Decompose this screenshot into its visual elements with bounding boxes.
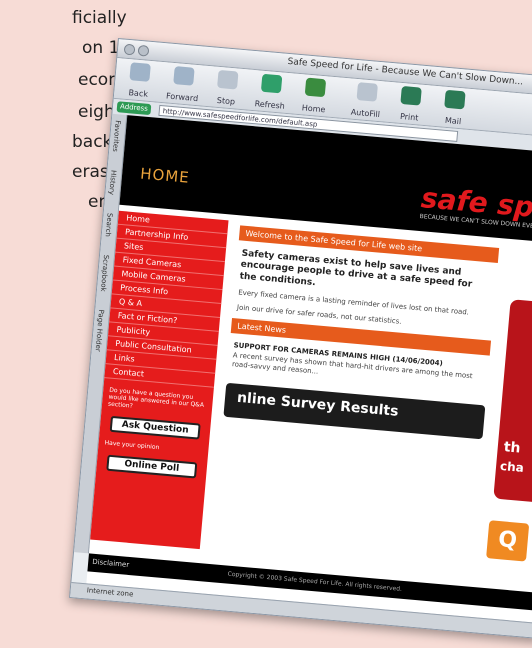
printer-icon [400,85,422,106]
forward-label: Forward [165,91,199,104]
autofill-button[interactable]: AutoFill [345,81,388,121]
stop-label: Stop [216,95,236,107]
tab-search[interactable]: Search [104,212,114,237]
autofill-icon [356,82,378,102]
poll-promo-text: Have your opinion [104,439,160,452]
tab-page-holder[interactable]: Page Holder [94,309,106,352]
home-icon [304,77,327,98]
refresh-label: Refresh [254,99,286,111]
close-window-button[interactable] [123,43,136,56]
q-and-a-badge[interactable]: Q [486,520,530,562]
ask-question-button[interactable]: Ask Question [109,415,201,440]
tab-scrapbook[interactable]: Scrapbook [99,254,110,292]
browser-window: Safe Speed for Life - Because We Can't S… [69,38,532,639]
online-poll-button[interactable]: Online Poll [106,454,198,479]
promo-panel[interactable]: th cha [493,299,532,505]
tab-history[interactable]: History [107,169,117,195]
disclaimer-link[interactable]: Disclaimer [92,558,130,569]
refresh-icon [260,73,283,94]
mail-label: Mail [444,115,462,127]
side-text-fragment: ficially [72,8,127,28]
home-button[interactable]: Home [293,77,336,117]
mail-button[interactable]: Mail [433,89,476,129]
address-button[interactable]: Address [116,101,152,116]
status-text: Internet zone [86,586,134,599]
refresh-button[interactable]: Refresh [249,73,292,113]
promo-panel-text: cha [499,458,525,475]
question-promo-text: Do you have a question you would like an… [107,386,205,410]
mail-icon [444,89,466,110]
survey-results-banner[interactable]: nline Survey Results [223,382,486,440]
back-label: Back [128,88,149,99]
main-content: Welcome to the Safe Speed for Life web s… [223,225,500,440]
forward-arrow-icon [173,66,195,86]
copyright-text: Copyright © 2003 Safe Speed For Life. Al… [227,570,403,593]
minimize-window-button[interactable] [137,44,150,57]
print-label: Print [399,111,419,123]
home-label: Home [301,103,326,115]
forward-button[interactable]: Forward [162,65,205,105]
home-heading: HOME [139,164,191,187]
web-page: HOME safe speed BECAUSE WE CAN'T SLOW DO… [86,115,532,624]
print-button[interactable]: Print [389,85,432,125]
stop-button[interactable]: Stop [205,69,248,109]
back-arrow-icon [129,62,151,82]
back-button[interactable]: Back [118,61,161,101]
promo-panel-text: th [503,439,522,457]
tab-favorites[interactable]: Favorites [111,120,122,152]
autofill-label: AutoFill [350,107,381,120]
stop-icon [217,69,239,90]
